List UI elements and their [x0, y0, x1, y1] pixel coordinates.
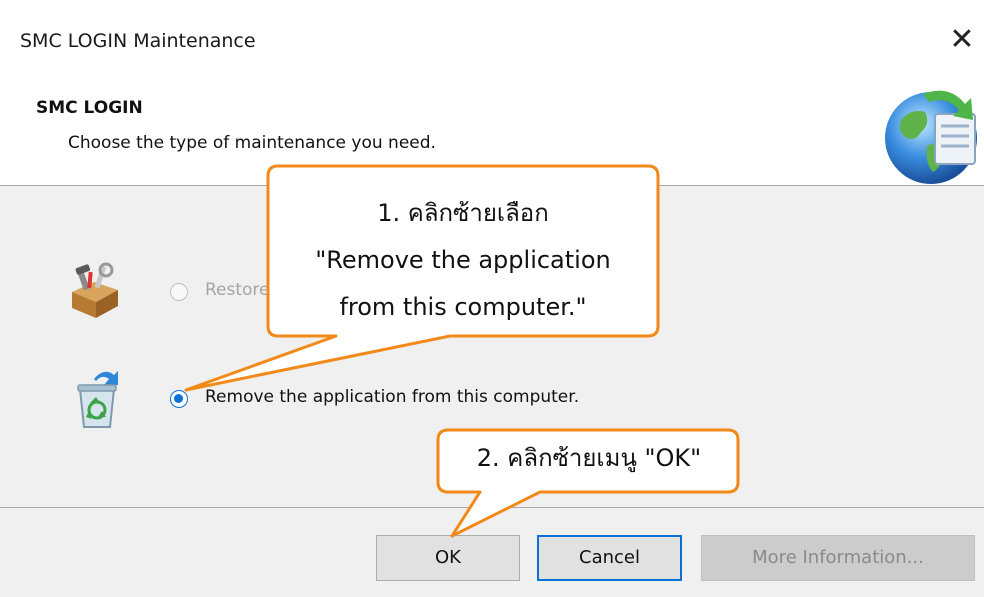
callout-step1-text: 1. คลิกซ้ายเลือก "Remove the application… [270, 190, 656, 331]
callout-step2-text: 2. คลิกซ้ายเมนู "OK" [476, 444, 702, 472]
callout-step1-line3: from this computer." [339, 293, 587, 321]
window-title: SMC LOGIN Maintenance [20, 30, 256, 52]
callout-step1-line1: 1. คลิกซ้ายเลือก [377, 199, 549, 227]
globe-icon [885, 90, 977, 184]
recycle-bin-icon [77, 371, 118, 428]
remove-radio[interactable] [170, 390, 188, 408]
maintenance-dialog: SMC LOGIN Maintenance ✕ SMC LOGIN Choose… [0, 0, 984, 597]
remove-option-label[interactable]: Remove the application from this compute… [205, 387, 579, 407]
dialog-header: SMC LOGIN Choose the type of maintenance… [0, 78, 984, 185]
close-icon[interactable]: ✕ [944, 22, 980, 58]
more-information-button: More Information... [701, 535, 975, 581]
title-bar: SMC LOGIN Maintenance ✕ [0, 0, 984, 78]
toolbox-icon [72, 262, 118, 318]
header-title: SMC LOGIN [36, 98, 143, 118]
restore-radio[interactable] [170, 283, 188, 301]
callout-step1-line2: "Remove the application [315, 246, 611, 274]
header-subtitle: Choose the type of maintenance you need. [68, 133, 436, 153]
cancel-button[interactable]: Cancel [537, 535, 682, 581]
ok-button[interactable]: OK [376, 535, 520, 581]
